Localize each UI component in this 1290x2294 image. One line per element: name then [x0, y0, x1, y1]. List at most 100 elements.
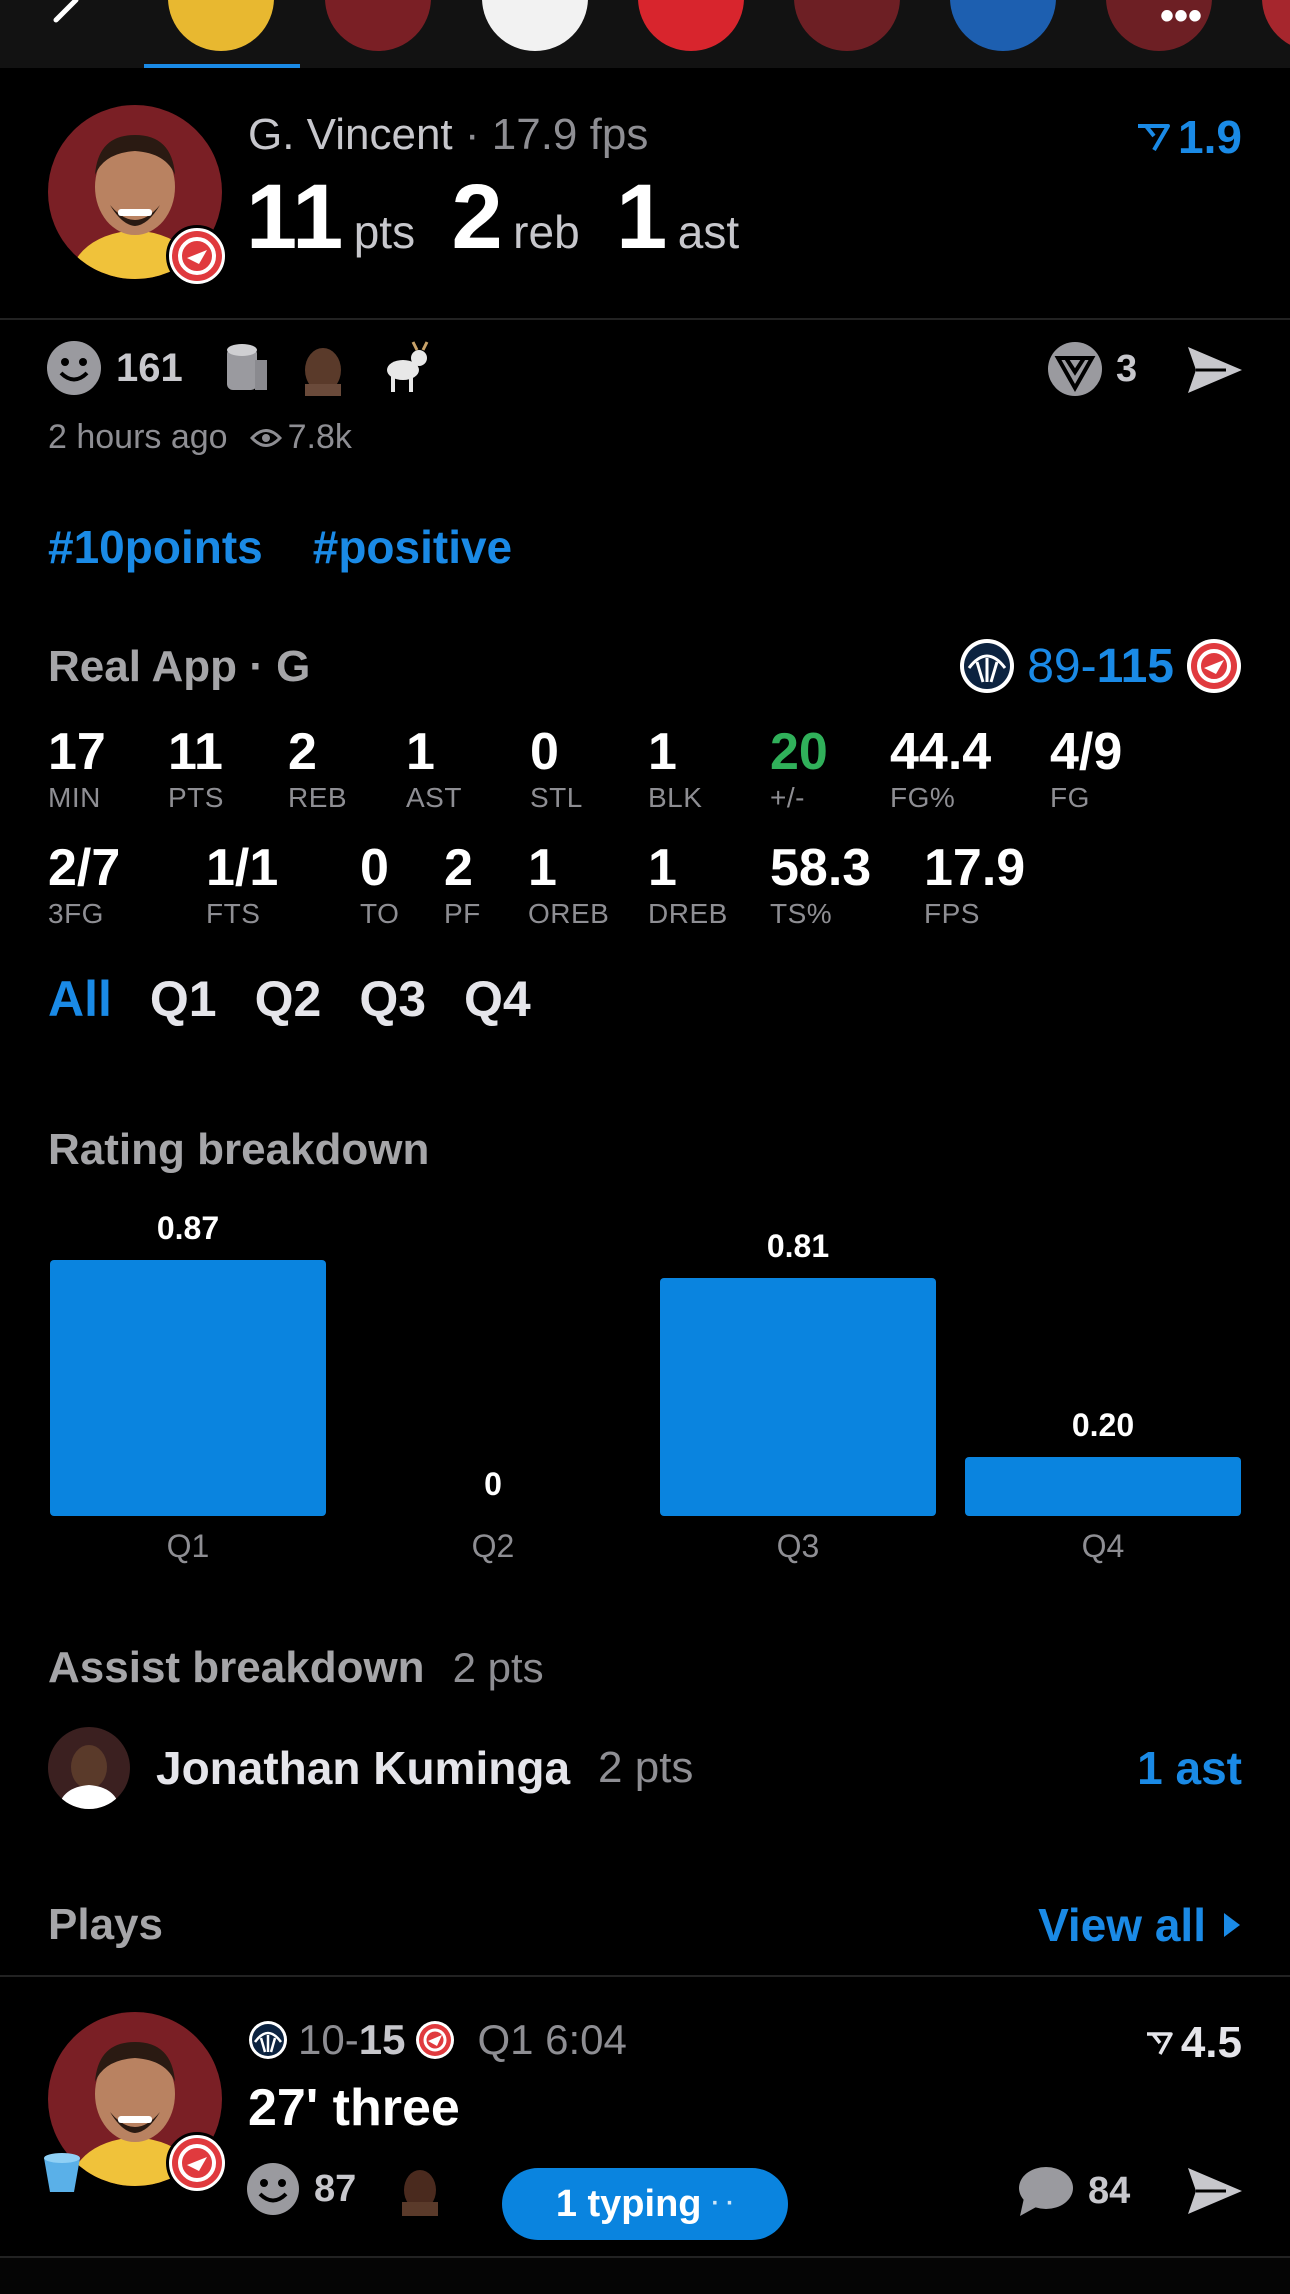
- rating-bar[interactable]: [660, 1278, 936, 1516]
- stat-value: 1/1: [206, 839, 279, 897]
- quarter-tabs: All Q1 Q2 Q3 Q4: [48, 970, 531, 1028]
- bar-value-label: 0: [484, 1466, 502, 1502]
- stat-value: 1: [528, 839, 557, 897]
- toilet-paper-icon[interactable]: [217, 340, 273, 396]
- ast-value: 1: [616, 166, 668, 268]
- hashtag[interactable]: #10points: [48, 520, 263, 574]
- typing-indicator[interactable]: 1 typing · ·: [502, 2168, 788, 2240]
- assist-header: Assist breakdown 2 pts: [48, 1643, 544, 1693]
- player-rating-value: 1.9: [1178, 111, 1242, 163]
- stat-value: 11: [168, 723, 223, 781]
- player-thumb[interactable]: [325, 0, 431, 51]
- tab-q4[interactable]: Q4: [464, 970, 531, 1028]
- player-thumb[interactable]: [168, 0, 274, 51]
- view-count: 7.8k: [287, 418, 352, 456]
- play-comments[interactable]: 84: [1016, 2164, 1130, 2218]
- eye-icon: [249, 428, 282, 447]
- stat-label: FTS: [206, 898, 261, 929]
- player-fps: 17.9 fps: [491, 110, 649, 159]
- typing-dots-icon: · ·: [711, 2190, 735, 2217]
- wizards-logo-icon: [249, 2021, 287, 2059]
- bar-category-label: Q2: [471, 1528, 515, 1564]
- goat-icon[interactable]: [373, 340, 433, 396]
- player-rating[interactable]: 1.9: [1136, 110, 1242, 164]
- stat-cell: 2 REB: [288, 722, 347, 814]
- shares-icon[interactable]: [1046, 340, 1104, 398]
- stat-cell: 1 DREB: [648, 838, 728, 930]
- stat-label: +/-: [770, 782, 805, 813]
- assist-player-name: Jonathan Kuminga: [156, 1742, 571, 1794]
- back-icon[interactable]: [46, 0, 86, 30]
- stat-label: PTS: [168, 782, 224, 813]
- stat-cell: 2/7 3FG: [48, 838, 120, 930]
- send-icon[interactable]: [1186, 2166, 1244, 2216]
- assist-row[interactable]: Jonathan Kuminga 2 pts 1 ast: [48, 1726, 1242, 1810]
- view-all-link[interactable]: View all: [1038, 1898, 1242, 1952]
- bar-value-label: 0.81: [766, 1228, 830, 1264]
- stat-value: 1: [406, 723, 435, 781]
- stat-value: 58.3: [770, 839, 872, 897]
- player-name-line: G. Vincent · 17.9 fps: [248, 110, 649, 159]
- game-score[interactable]: 89-115: [959, 638, 1242, 694]
- divider: [0, 1975, 1290, 1977]
- stat-cell: 2 PF: [444, 838, 481, 930]
- rating-breakdown-title: Rating breakdown: [48, 1125, 430, 1174]
- smiley-icon[interactable]: [246, 2162, 300, 2216]
- hashtags: #10points #positive: [48, 520, 512, 574]
- hawks-logo-icon: [166, 2132, 228, 2194]
- stat-cell: 17.9 FPS: [924, 838, 1025, 930]
- player-thumb[interactable]: [1262, 0, 1290, 51]
- stat-cell: 0 TO: [360, 838, 399, 930]
- tab-q2[interactable]: Q2: [255, 970, 322, 1028]
- play-clock: Q1 6:04: [477, 2016, 627, 2063]
- player-thumb[interactable]: [638, 0, 744, 51]
- player-thumb[interactable]: [794, 0, 900, 51]
- stat-label: FG%: [890, 782, 956, 813]
- player-thumb[interactable]: [482, 0, 588, 51]
- stat-cell: 1 AST: [406, 722, 462, 814]
- ast-label: ast: [677, 206, 740, 258]
- stat-value: 2/7: [48, 839, 121, 897]
- hawks-logo-icon: [166, 225, 228, 287]
- stat-label: STL: [530, 782, 583, 813]
- comment-count: 84: [1088, 2169, 1131, 2212]
- score-dash: -: [1080, 639, 1097, 693]
- tab-q1[interactable]: Q1: [150, 970, 217, 1028]
- play-description[interactable]: 27' three: [248, 2078, 460, 2138]
- player-face-icon[interactable]: [392, 2162, 448, 2216]
- wizards-logo-icon: [960, 639, 1015, 693]
- pts-label: pts: [353, 206, 416, 258]
- tab-q3[interactable]: Q3: [359, 970, 426, 1028]
- stat-cell: 1 BLK: [648, 722, 702, 814]
- pts-value: 11: [246, 166, 344, 268]
- player-face-icon[interactable]: [295, 340, 351, 396]
- send-icon[interactable]: [1186, 345, 1244, 395]
- bar-category-label: Q1: [166, 1528, 210, 1564]
- stat-value: 2: [288, 723, 317, 781]
- stat-label: 3FG: [48, 898, 104, 929]
- play-away-score: 10: [298, 2016, 345, 2063]
- stat-value: 1: [648, 839, 677, 897]
- stat-label: MIN: [48, 782, 101, 813]
- assist-player-pts: 2 pts: [598, 1743, 694, 1792]
- away-score: 89: [1027, 639, 1081, 693]
- bar-value-label: 0.20: [1071, 1407, 1135, 1443]
- smiley-icon[interactable]: [46, 340, 102, 396]
- rating-icon: [1146, 2032, 1173, 2055]
- rating-bar[interactable]: [965, 1457, 1241, 1516]
- player-name[interactable]: G. Vincent: [248, 110, 453, 159]
- more-icon[interactable]: •••: [1160, 0, 1202, 39]
- bucket-icon: [44, 2153, 80, 2192]
- stat-value: 4/9: [1050, 723, 1123, 781]
- rating-bar[interactable]: [50, 1260, 326, 1516]
- hashtag[interactable]: #positive: [313, 520, 512, 574]
- player-thumb[interactable]: [950, 0, 1056, 51]
- divider: [0, 318, 1290, 320]
- stat-value: 1: [648, 723, 677, 781]
- stat-cell: 44.4 FG%: [890, 722, 991, 814]
- play-rating[interactable]: 4.5: [1145, 2018, 1242, 2068]
- stat-cell: 1 OREB: [528, 838, 609, 930]
- tab-all[interactable]: All: [48, 970, 112, 1028]
- stat-label: TS%: [770, 898, 833, 929]
- play-reactions: 87: [246, 2162, 448, 2216]
